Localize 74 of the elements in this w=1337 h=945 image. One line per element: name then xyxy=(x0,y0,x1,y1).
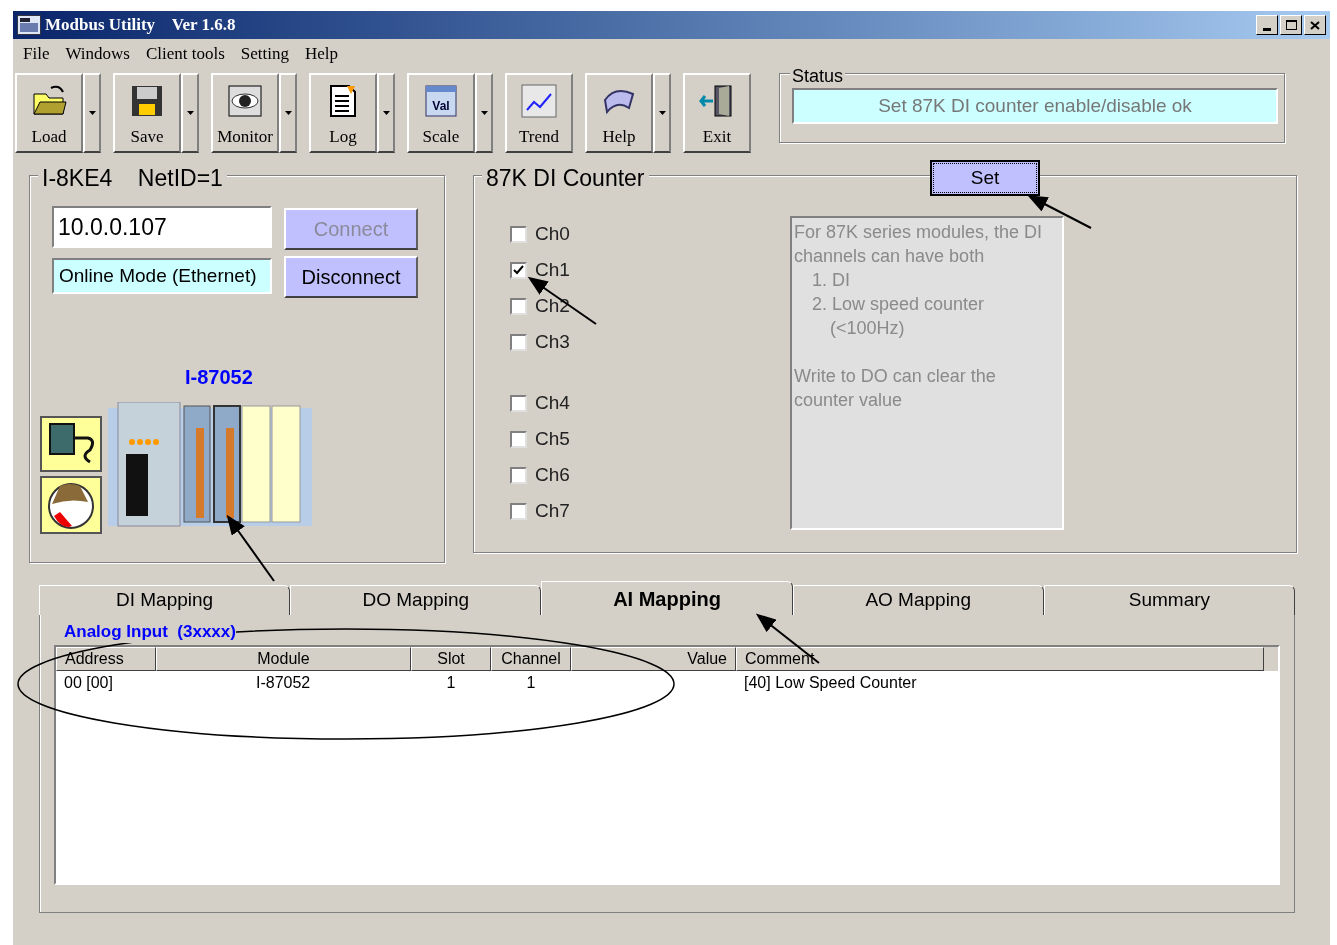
channel-checkbox[interactable]: Ch7 xyxy=(510,493,790,529)
caret-icon xyxy=(284,111,292,115)
menu-item[interactable]: Help xyxy=(305,41,339,67)
menu-item[interactable]: Client tools xyxy=(145,41,225,67)
column-header[interactable]: Channel xyxy=(491,647,571,671)
dropdown-button[interactable] xyxy=(377,73,395,153)
table-cell-text: 1 xyxy=(445,673,457,693)
annotation-arrow xyxy=(527,276,597,325)
table-cell-text: I-87052 xyxy=(255,673,312,693)
channel-checkbox[interactable]: Ch5 xyxy=(510,421,790,457)
column-header[interactable]: Module xyxy=(156,647,411,671)
tab[interactable]: AI Mapping xyxy=(541,581,793,615)
column-header[interactable]: Slot xyxy=(411,647,491,671)
line-chart-icon xyxy=(521,83,557,118)
caret-icon xyxy=(88,111,96,115)
channel-checkbox[interactable]: Ch0 xyxy=(510,216,790,252)
value-window-icon: Val xyxy=(423,83,459,118)
window-title: Modbus Utility Ver 1.6.8 xyxy=(45,14,236,37)
table-cell-text: [40] Low Speed Counter xyxy=(743,673,918,693)
dropdown-button[interactable] xyxy=(653,73,671,153)
column-header[interactable]: Address xyxy=(56,647,156,671)
table-cell-text: 1 xyxy=(525,673,537,693)
tab[interactable]: Summary xyxy=(1043,585,1295,615)
connection-button[interactable]: Disconnect xyxy=(284,256,418,298)
channel-checkbox[interactable]: Ch6 xyxy=(510,457,790,493)
column-header[interactable]: Comment xyxy=(736,647,1264,671)
dropdown-button[interactable] xyxy=(475,73,493,153)
menu-item[interactable]: Windows xyxy=(65,41,130,67)
toolbar-save-button[interactable]: Save xyxy=(113,73,181,153)
module-label: I-87052 xyxy=(185,365,254,390)
column-header[interactable]: Value xyxy=(571,647,736,671)
toolbar-exit-button[interactable]: Exit xyxy=(683,73,751,153)
eye-icon xyxy=(227,83,263,118)
toolbar-scale-button[interactable]: Val Scale xyxy=(407,73,475,153)
toolbar-monitor-button[interactable]: Monitor xyxy=(211,73,279,153)
ip-address-field[interactable]: 10.0.0.107 xyxy=(52,206,272,248)
menu-item[interactable]: Setting xyxy=(240,41,289,67)
toolbar-load-button[interactable]: Load xyxy=(15,73,83,153)
toolbar-log-button[interactable]: Log xyxy=(309,73,377,153)
caret-icon xyxy=(382,111,390,115)
set-button[interactable]: Set xyxy=(930,160,1040,196)
dropdown-button[interactable] xyxy=(279,73,297,153)
dropdown-button[interactable] xyxy=(83,73,101,153)
mode-field: Online Mode (Ethernet) xyxy=(52,258,272,294)
caret-icon xyxy=(186,111,194,115)
tab[interactable]: DI Mapping xyxy=(39,585,291,615)
toolbar-help-button[interactable]: Help xyxy=(585,73,653,153)
app-icon xyxy=(17,15,41,35)
caret-icon xyxy=(658,111,666,115)
table-cell-text: 00 [00] xyxy=(63,673,114,693)
checkmark-icon xyxy=(513,265,524,275)
close-icon xyxy=(1310,20,1320,30)
info-note: For 87K series modules, the DI channels can have both 1. DI 2. Low speed counter (<100Hz) Write to DO can clear the counter value xyxy=(790,216,1064,530)
folder-icon xyxy=(31,83,67,118)
status-field: Set 87K DI counter enable/disable ok xyxy=(792,88,1278,124)
exit-door-icon xyxy=(699,83,735,118)
annotation-arrow xyxy=(226,514,275,582)
menu-item[interactable]: File xyxy=(23,41,50,67)
close-button[interactable] xyxy=(1304,15,1326,35)
maximize-button[interactable] xyxy=(1280,15,1302,35)
tab[interactable]: DO Mapping xyxy=(290,585,542,615)
toolbar-trend-button[interactable]: Trend xyxy=(505,73,573,153)
dropdown-button[interactable] xyxy=(181,73,199,153)
minimize-icon xyxy=(1263,28,1271,31)
channel-checkbox[interactable]: Ch2 xyxy=(510,288,790,324)
channel-checkbox[interactable]: Ch3 xyxy=(510,324,790,360)
caret-icon xyxy=(480,111,488,115)
tab[interactable]: AO Mapping xyxy=(792,585,1044,615)
channel-checkbox[interactable]: Ch1 xyxy=(510,252,790,288)
minimize-button[interactable] xyxy=(1256,15,1278,35)
serial-cable-icon xyxy=(40,416,102,472)
channel-checkbox[interactable]: Ch4 xyxy=(510,385,790,421)
cartoon-icon xyxy=(40,476,102,534)
maximize-icon xyxy=(1285,20,1297,30)
